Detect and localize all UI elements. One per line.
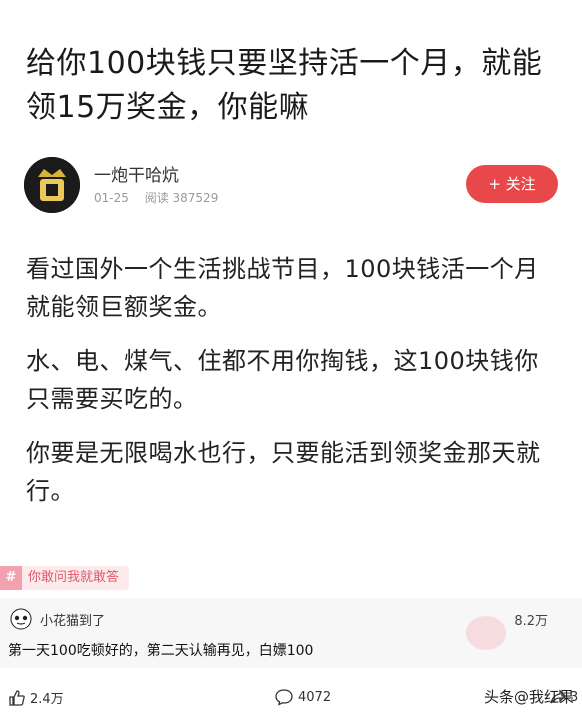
watermark: 头条@我红果 [483, 688, 574, 706]
author-avatar[interactable] [24, 157, 80, 213]
hash-icon: # [0, 566, 22, 590]
comment-text: 第一天100吃顿好的，第二天认输再见，白嫖100 [8, 643, 314, 659]
author-name[interactable]: 一炮干哈炕 [94, 161, 179, 186]
body-paragraph: 你要是无限喝水也行，只要能活到领奖金那天就行。 [26, 439, 541, 505]
topic-tag[interactable]: # 你敢问我就敢答 [0, 566, 130, 590]
author-bar: 一炮干哈炕 01-25 阅读 387529 + 关注 [24, 155, 558, 215]
author-meta: 01-25 阅读 387529 [94, 189, 230, 206]
thumbs-up-icon [9, 689, 25, 706]
topic-tag-label: 你敢问我就敢答 [28, 570, 120, 585]
commenter-name[interactable]: 小花猫到了 [40, 610, 105, 629]
like-count: 2.4万 [30, 692, 64, 707]
like-button[interactable]: 2.4万 [8, 688, 64, 707]
article-title: 给你100块钱只要坚持活一个月，就能领15万奖金，你能嘛 [26, 46, 543, 125]
comment-button[interactable]: 4072 [274, 688, 331, 706]
article-body: 看过国外一个生活挑战节目，100块钱活一个月就能领巨额奖金。 水、电、煤气、住都… [26, 250, 558, 526]
follow-button[interactable]: + 关注 [466, 165, 558, 203]
commenter-avatar[interactable] [10, 608, 32, 630]
sticker-icon [466, 616, 506, 650]
panda-avatar-icon [10, 608, 32, 630]
publish-date: 01-25 [94, 191, 129, 205]
body-paragraph: 看过国外一个生活挑战节目，100块钱活一个月就能领巨额奖金。 [26, 255, 539, 321]
comment-like-count[interactable]: 8.2万 [514, 610, 548, 629]
body-paragraph: 水、电、煤气、住都不用你掏钱，这100块钱你只需要买吃的。 [26, 347, 539, 413]
avatar-emblem-icon [24, 157, 80, 213]
article-page: 给你100块钱只要坚持活一个月，就能领15万奖金，你能嘛 一炮干哈炕 01-25… [0, 0, 582, 716]
comment-bubble-icon [275, 689, 293, 706]
top-comment: 小花猫到了 8.2万 第一天100吃顿好的，第二天认输再见，白嫖100 [0, 598, 582, 668]
action-bar: 2.4万 4072 3 头条@我红果 [0, 680, 582, 716]
comment-count: 4072 [298, 689, 332, 705]
view-count: 阅读 387529 [144, 191, 219, 205]
